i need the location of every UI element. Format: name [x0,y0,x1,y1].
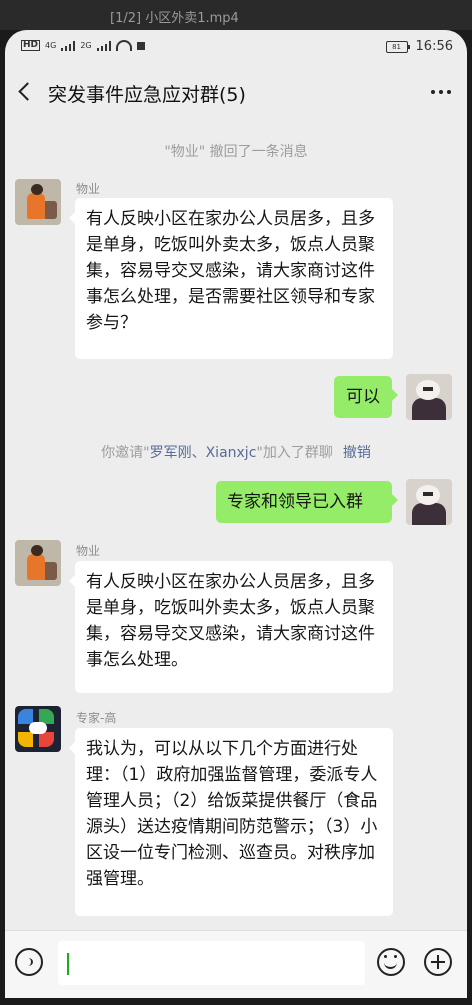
sender-name: 物业 [76,544,101,558]
chevron-left-icon[interactable] [15,79,37,103]
avatar[interactable] [406,479,452,525]
more-icon[interactable] [431,90,451,94]
signal-icon [61,40,76,51]
plus-icon[interactable] [424,948,452,976]
network-type-2g: 2G [80,41,92,50]
wifi-icon [115,40,132,51]
message-bubble[interactable]: 我认为，可以从以下几个方面进行处理：（1）政府加强监督管理，委派专人管理人员；（… [69,728,393,916]
recall-notice: "物业" 撤回了一条消息 [164,144,308,160]
invite-notice: 你邀请"罗军刚、Xianxjc"加入了群聊 撤销 [5,442,467,462]
signal-icon-2 [96,40,111,51]
clock: 16:56 [415,39,453,54]
phone-screen: HD 4G 2G 81 16:56 突发事件应急应对群(5) "物业" 撤回了一… [5,30,467,998]
avatar[interactable] [15,706,61,752]
network-type-4g: 4G [45,41,57,50]
voice-icon[interactable] [15,948,43,976]
video-player-bar: [1/2] 小区外卖1.mp4 [0,0,472,30]
message-bubble-sent[interactable]: 可以 [334,376,398,418]
message-bubble-sent[interactable]: 专家和领导已入群 [216,481,398,523]
avatar[interactable] [406,374,452,420]
hd-indicator: HD [21,40,41,51]
avatar[interactable] [15,179,61,225]
video-title: [1/2] 小区外卖1.mp4 [110,11,239,26]
status-bar: HD 4G 2G 81 16:56 [5,30,467,64]
invite-prefix: 你邀请" [101,445,150,461]
status-left: HD 4G 2G [21,40,145,51]
message-input[interactable] [58,941,365,985]
battery-icon: 81 [385,40,410,53]
text-caret [67,953,69,975]
message-bubble[interactable]: 有人反映小区在家办公人员居多，且多是单身，吃饭叫外卖太多，饭点人员聚集，容易导交… [69,561,393,693]
sender-name: 专家-高 [76,711,117,725]
invited-names[interactable]: 罗军刚、Xianxjc [150,445,257,461]
message-bubble[interactable]: 有人反映小区在家办公人员居多，且多是单身，吃饭叫外卖太多，饭点人员聚集，容易导交… [69,198,393,359]
notification-icon [136,41,145,50]
status-right: 81 16:56 [385,39,453,54]
undo-invite-link[interactable]: 撤销 [343,445,371,461]
input-bar [5,930,467,998]
chat-title: 突发事件应急应对群(5) [48,84,246,106]
emoji-icon[interactable] [377,948,405,976]
chat-header: 突发事件应急应对群(5) [5,68,467,118]
sender-name: 物业 [76,182,101,196]
avatar[interactable] [15,540,61,586]
invite-suffix: "加入了群聊 [256,445,333,461]
